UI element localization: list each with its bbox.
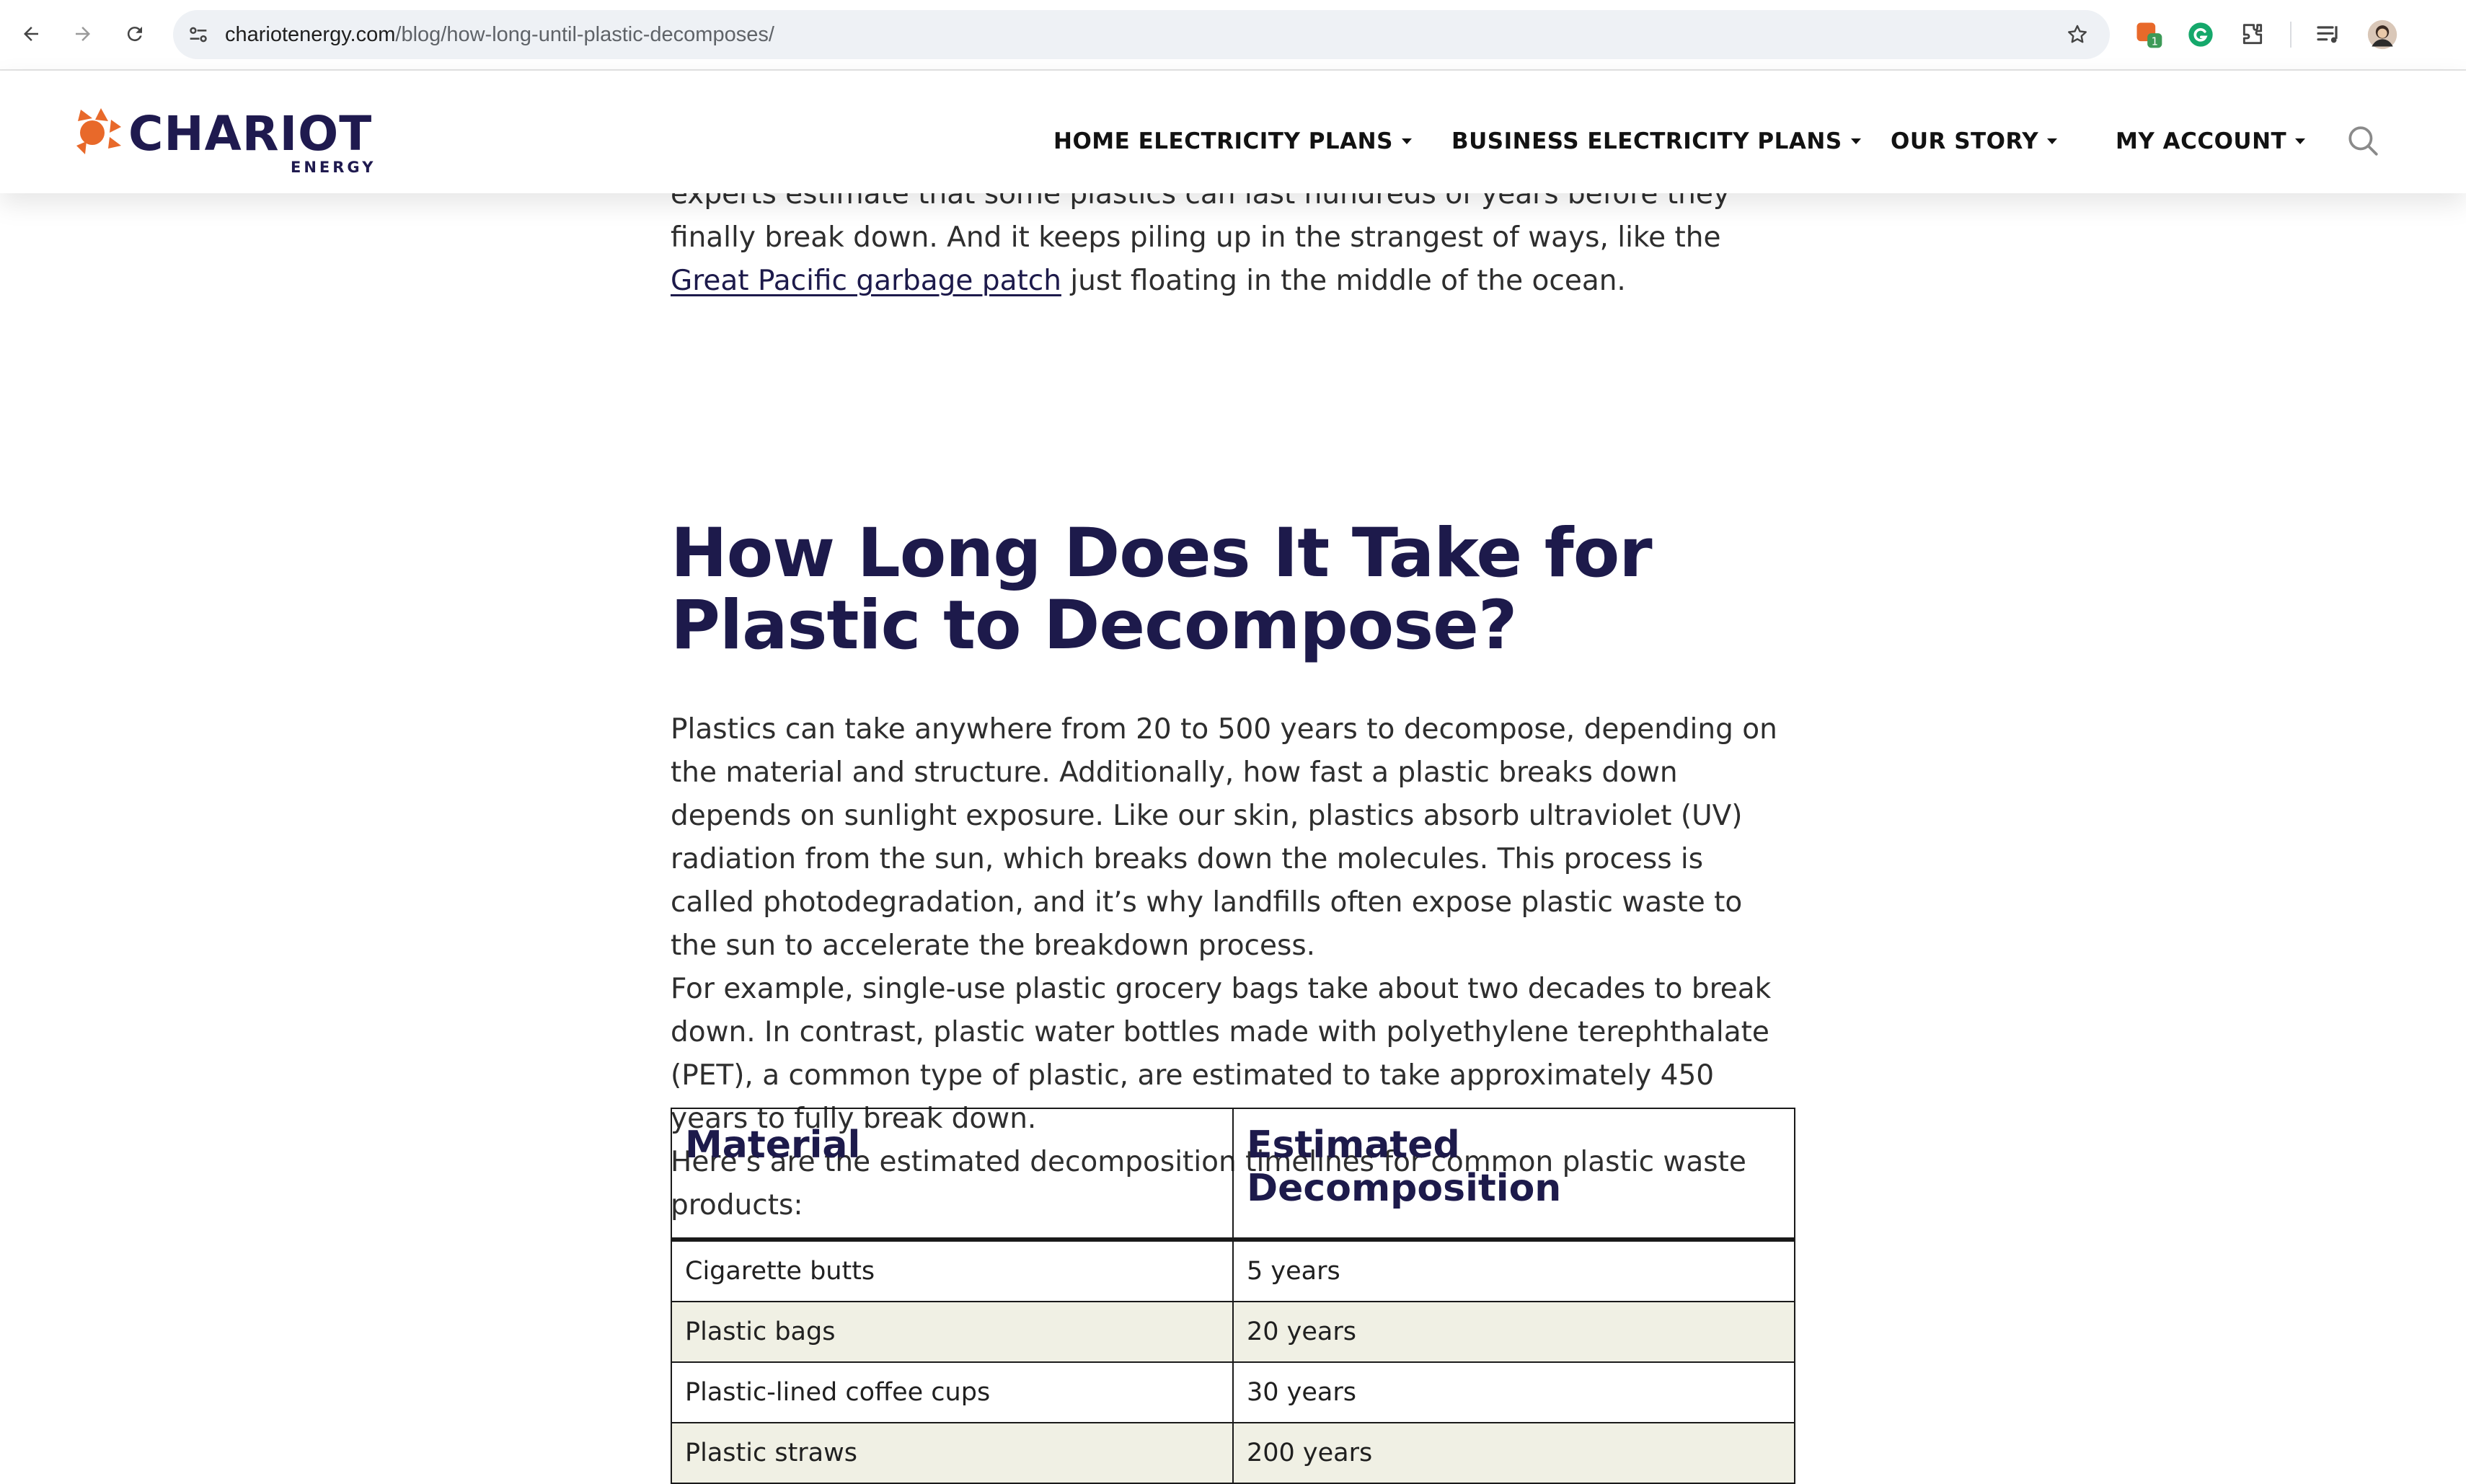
site-header: CHARIOT ENERGY HOME ELECTRICITY PLANS BU… (0, 71, 2466, 193)
nav-label: MY ACCOUNT (2116, 128, 2287, 154)
table-row: Plastic-lined coffee cups 30 years (671, 1361, 1795, 1423)
bookmark-star-icon[interactable] (2065, 22, 2090, 50)
puzzle-icon[interactable] (2234, 16, 2271, 53)
great-pacific-garbage-patch-link[interactable]: Great Pacific garbage patch (671, 265, 1061, 297)
decomposition-table: Material Estimated Decomposition Cigaret… (671, 1108, 1795, 1484)
nav-home-electricity-plans[interactable]: HOME ELECTRICITY PLANS (1053, 130, 1412, 153)
chevron-down-icon (1401, 138, 1412, 144)
nav-my-account[interactable]: MY ACCOUNT (2116, 128, 2306, 154)
paragraph: Plastics can take anywhere from 20 to 50… (671, 713, 1777, 962)
decomposition-cell: 20 years (1232, 1301, 1795, 1363)
grammarly-icon[interactable] (2182, 16, 2219, 53)
material-cell: Plastic-lined coffee cups (671, 1361, 1234, 1423)
forward-arrow-icon (76, 27, 90, 41)
search-icon (2348, 126, 2378, 156)
site-settings-icon[interactable] (186, 22, 211, 50)
search-button[interactable] (2345, 123, 2381, 159)
table-row: Plastic bags 20 years (671, 1301, 1795, 1363)
back-arrow-icon (24, 27, 38, 41)
material-cell: Plastic straws (671, 1422, 1234, 1484)
address-bar[interactable]: chariotenergy.com/blog/how-long-until-pl… (173, 10, 2110, 59)
chevron-down-icon (2047, 138, 2058, 144)
browser-toolbar: chariotenergy.com/blog/how-long-until-pl… (0, 0, 2466, 71)
nav-our-story[interactable]: OUR STORY (1891, 128, 2058, 154)
column-header-estimated-decomposition: Estimated Decomposition (1232, 1108, 1795, 1242)
avatar[interactable] (2364, 16, 2401, 53)
main-nav: HOME ELECTRICITY PLANS BUSINESS ELECTRIC… (0, 71, 2466, 193)
section-heading: How Long Does It Take for Plastic to Dec… (671, 514, 1653, 665)
nav-label: HOME ELECTRICITY PLANS (1053, 128, 1393, 154)
decomposition-cell: 5 years (1232, 1239, 1795, 1302)
column-header-material: Material (671, 1108, 1234, 1242)
extension-icon[interactable]: 1 (2130, 16, 2167, 53)
extension-badge: 1 (2152, 36, 2158, 48)
chevron-down-icon (1850, 138, 1861, 144)
material-cell: Plastic bags (671, 1301, 1234, 1363)
back-button[interactable] (12, 14, 50, 53)
toolbar-divider (2290, 22, 2292, 48)
forward-button[interactable] (63, 14, 102, 53)
chevron-down-icon (2295, 138, 2306, 144)
url-text: chariotenergy.com/blog/how-long-until-pl… (225, 23, 774, 46)
reload-button[interactable] (115, 14, 154, 53)
nav-label: OUR STORY (1891, 128, 2039, 154)
decomposition-cell: 200 years (1232, 1422, 1795, 1484)
media-queue-icon[interactable] (2310, 16, 2348, 53)
reload-icon (127, 27, 142, 42)
table-row: Cigarette butts 5 years (671, 1239, 1795, 1302)
nav-label: BUSINESS ELECTRICITY PLANS (1451, 128, 1842, 154)
table-header-row: Material Estimated Decomposition (671, 1108, 1795, 1242)
nav-business-electricity-plans[interactable]: BUSINESS ELECTRICITY PLANS (1451, 130, 1861, 153)
table-row: Plastic straws 200 years (671, 1422, 1795, 1484)
material-cell: Cigarette butts (671, 1239, 1234, 1302)
decomposition-cell: 30 years (1232, 1361, 1795, 1423)
intro-text-end: just floating in the middle of the ocean… (1061, 265, 1626, 297)
